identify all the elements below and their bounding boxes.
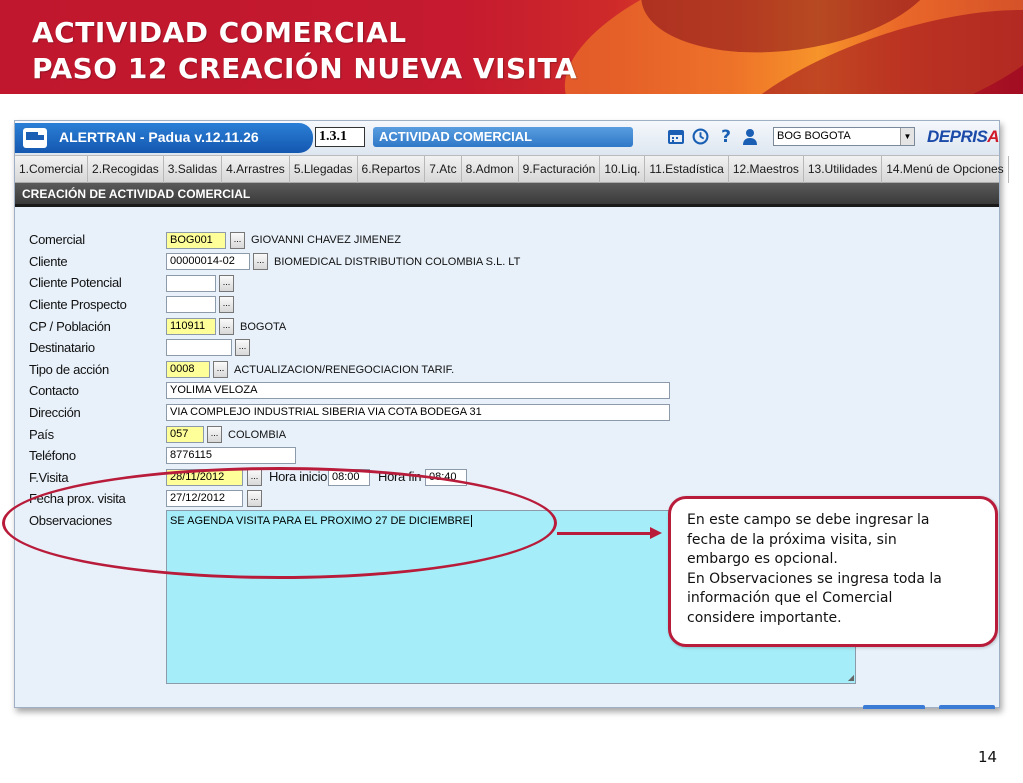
- menu-item-arrastres[interactable]: 4.Arrastres: [222, 156, 290, 183]
- cp-poblacion-input[interactable]: 110911: [166, 318, 216, 335]
- menu-item-maestros[interactable]: 12.Maestros: [729, 156, 804, 183]
- comercial-input[interactable]: BOG001: [166, 232, 226, 249]
- brand-accent: A: [987, 127, 1000, 146]
- pais-description: COLOMBIA: [228, 429, 287, 441]
- menu-item-utilidades[interactable]: 13.Utilidades: [804, 156, 883, 183]
- comercial-label: Comercial: [29, 232, 85, 247]
- cliente-prospecto-input[interactable]: [166, 296, 216, 313]
- highlight-ellipse: [2, 467, 557, 579]
- f-visita-label: F.Visita: [29, 470, 69, 485]
- destinatario-label: Destinatario: [29, 340, 95, 355]
- annotation-arrow: [557, 532, 653, 535]
- callout-line: embargo es opcional.: [687, 551, 838, 567]
- screen-code-field[interactable]: 1.3.1: [315, 127, 365, 147]
- menu-item-llegadas[interactable]: 5.Llegadas: [290, 156, 358, 183]
- cp-poblacion-lookup-button[interactable]: ...: [219, 318, 234, 335]
- cliente-prospecto-label: Cliente Prospecto: [29, 297, 127, 312]
- cliente-input[interactable]: 00000014-02: [166, 253, 250, 270]
- cliente-potencial-input[interactable]: [166, 275, 216, 292]
- cliente-label: Cliente: [29, 254, 68, 269]
- menu-item-estadistica[interactable]: 11.Estadística: [645, 156, 729, 183]
- cliente-potencial-label: Cliente Potencial: [29, 275, 122, 290]
- comercial-description: GIOVANNI CHAVEZ JIMENEZ: [251, 234, 401, 246]
- tipo-accion-lookup-button[interactable]: ...: [213, 361, 228, 378]
- resize-grip-icon[interactable]: ◢: [848, 673, 854, 682]
- cliente-potencial-lookup-button[interactable]: ...: [219, 275, 234, 292]
- city-select[interactable]: BOG BOGOTA ▼: [773, 127, 915, 146]
- comercial-lookup-button[interactable]: ...: [230, 232, 245, 249]
- telefono-label: Teléfono: [29, 448, 76, 463]
- menu-item-liq[interactable]: 10.Liq.: [600, 156, 646, 183]
- menu-item-repartos[interactable]: 6.Repartos: [358, 156, 426, 183]
- cliente-lookup-button[interactable]: ...: [253, 253, 268, 270]
- callout-line: información que el Comercial: [687, 590, 893, 606]
- clock-icon[interactable]: [691, 128, 709, 146]
- contacto-label: Contacto: [29, 383, 79, 398]
- app-titlebar: ALERTRAN - Padua v.12.11.26 1.3.1 ACTIVI…: [15, 121, 1000, 155]
- app-title-bar: ALERTRAN - Padua v.12.11.26: [15, 123, 313, 153]
- menu-item-admon[interactable]: 8.Admon: [462, 156, 519, 183]
- menu-item-comercial[interactable]: 1.Comercial: [15, 156, 89, 183]
- callout-line: En Observaciones se ingresa toda la: [687, 570, 942, 587]
- tipo-accion-label: Tipo de acción: [29, 362, 109, 377]
- destinatario-lookup-button[interactable]: ...: [235, 339, 250, 356]
- direccion-input[interactable]: VIA COMPLEJO INDUSTRIAL SIBERIA VIA COTA…: [166, 404, 670, 421]
- menu-item-facturacion[interactable]: 9.Facturación: [519, 156, 601, 183]
- bottom-action-button[interactable]: [863, 705, 925, 709]
- city-select-value: BOG BOGOTA: [777, 130, 851, 142]
- callout-line: considere importante.: [687, 609, 842, 626]
- form-header: CREACIÓN DE ACTIVIDAD COMERCIAL: [15, 183, 999, 207]
- app-title: ALERTRAN - Padua v.12.11.26: [59, 129, 259, 145]
- callout-line: En este campo se debe ingresar la: [687, 512, 930, 528]
- pais-label: País: [29, 427, 54, 442]
- menu-item-recogidas[interactable]: 2.Recogidas: [88, 156, 164, 183]
- callout-box: En este campo se debe ingresar la fecha …: [668, 496, 998, 647]
- module-name: ACTIVIDAD COMERCIAL: [373, 127, 633, 147]
- telefono-input[interactable]: 8776115: [166, 447, 296, 464]
- slide-title-line2: PASO 12 CREACIÓN NUEVA VISITA: [32, 52, 578, 85]
- pais-input[interactable]: 057: [166, 426, 204, 443]
- pais-lookup-button[interactable]: ...: [207, 426, 222, 443]
- callout-line: fecha de la próxima visita, sin: [687, 531, 897, 548]
- page-number: 14: [978, 748, 998, 766]
- chevron-down-icon[interactable]: ▼: [900, 128, 914, 145]
- tipo-accion-description: ACTUALIZACION/RENEGOCIACION TARIF.: [234, 364, 455, 376]
- direccion-label: Dirección: [29, 405, 81, 420]
- main-menu: 1.Comercial 2.Recogidas 3.Salidas 4.Arra…: [15, 155, 1009, 183]
- help-icon[interactable]: ?: [717, 128, 735, 146]
- menu-item-opciones[interactable]: 14.Menú de Opciones: [882, 156, 1009, 183]
- brand-logo: DEPRISA: [927, 127, 1000, 147]
- slide-header: ACTIVIDAD COMERCIAL PASO 12 CREACIÓN NUE…: [0, 0, 1023, 94]
- destinatario-input[interactable]: [166, 339, 232, 356]
- slide-title-line1: ACTIVIDAD COMERCIAL: [32, 16, 407, 49]
- contacto-input[interactable]: YOLIMA VELOZA: [166, 382, 670, 399]
- tipo-accion-input[interactable]: 0008: [166, 361, 210, 378]
- arrow-head-icon: [650, 527, 662, 539]
- menu-item-salidas[interactable]: 3.Salidas: [164, 156, 223, 183]
- menu-item-atc[interactable]: 7.Atc: [425, 156, 462, 183]
- user-icon[interactable]: [741, 128, 759, 146]
- brand-text: DEPRIS: [927, 127, 988, 146]
- bottom-action-button[interactable]: [939, 705, 995, 709]
- cp-poblacion-description: BOGOTA: [240, 321, 287, 333]
- truck-icon: [23, 128, 47, 148]
- calendar-icon[interactable]: [667, 128, 685, 146]
- cp-poblacion-label: CP / Población: [29, 319, 111, 334]
- cliente-prospecto-lookup-button[interactable]: ...: [219, 296, 234, 313]
- cliente-description: BIOMEDICAL DISTRIBUTION COLOMBIA S.L. LT: [274, 256, 521, 268]
